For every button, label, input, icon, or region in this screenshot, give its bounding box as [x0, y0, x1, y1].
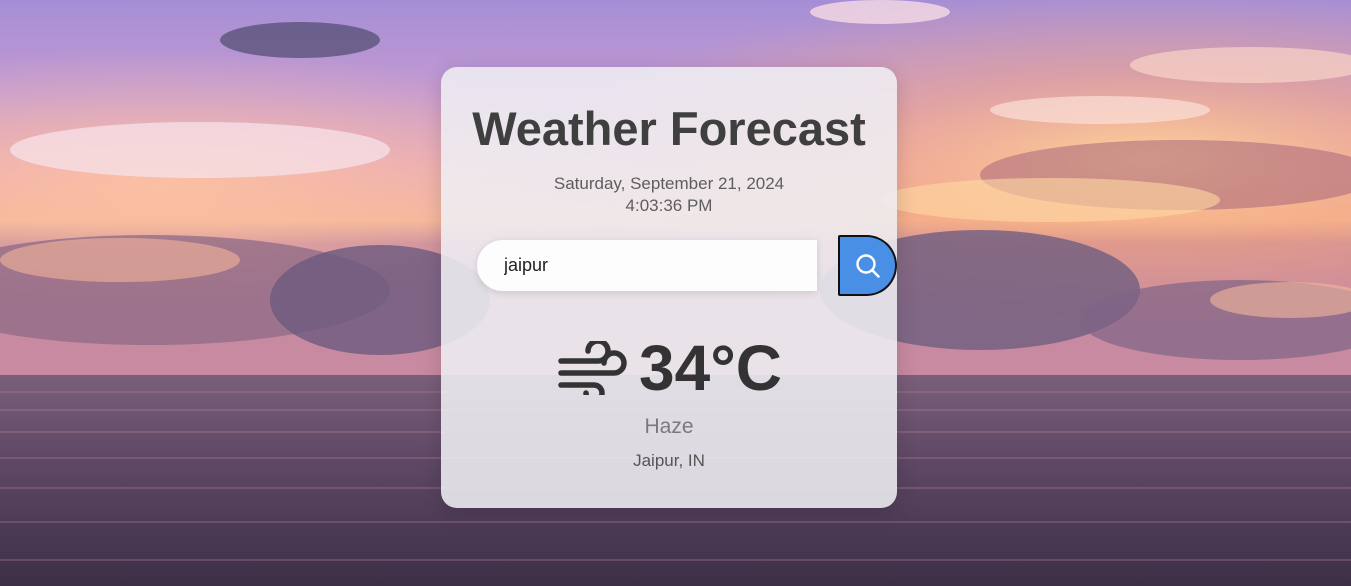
temperature-value: 34°C: [639, 332, 782, 404]
page-title: Weather Forecast: [472, 102, 866, 155]
current-time: 4:03:36 PM: [625, 196, 713, 215]
search-button[interactable]: [838, 235, 897, 296]
search-bar: [477, 235, 897, 297]
search-input[interactable]: [477, 240, 817, 291]
wind-icon: [558, 341, 627, 395]
weather-location: Jaipur, IN: [633, 451, 705, 470]
weather-card: Weather Forecast Saturday, September 21,…: [441, 67, 897, 508]
current-date: Saturday, September 21, 2024: [553, 174, 785, 193]
weather-condition: Haze: [644, 415, 694, 438]
current-weather: 34°C: [441, 333, 897, 403]
search-icon: [855, 253, 880, 278]
